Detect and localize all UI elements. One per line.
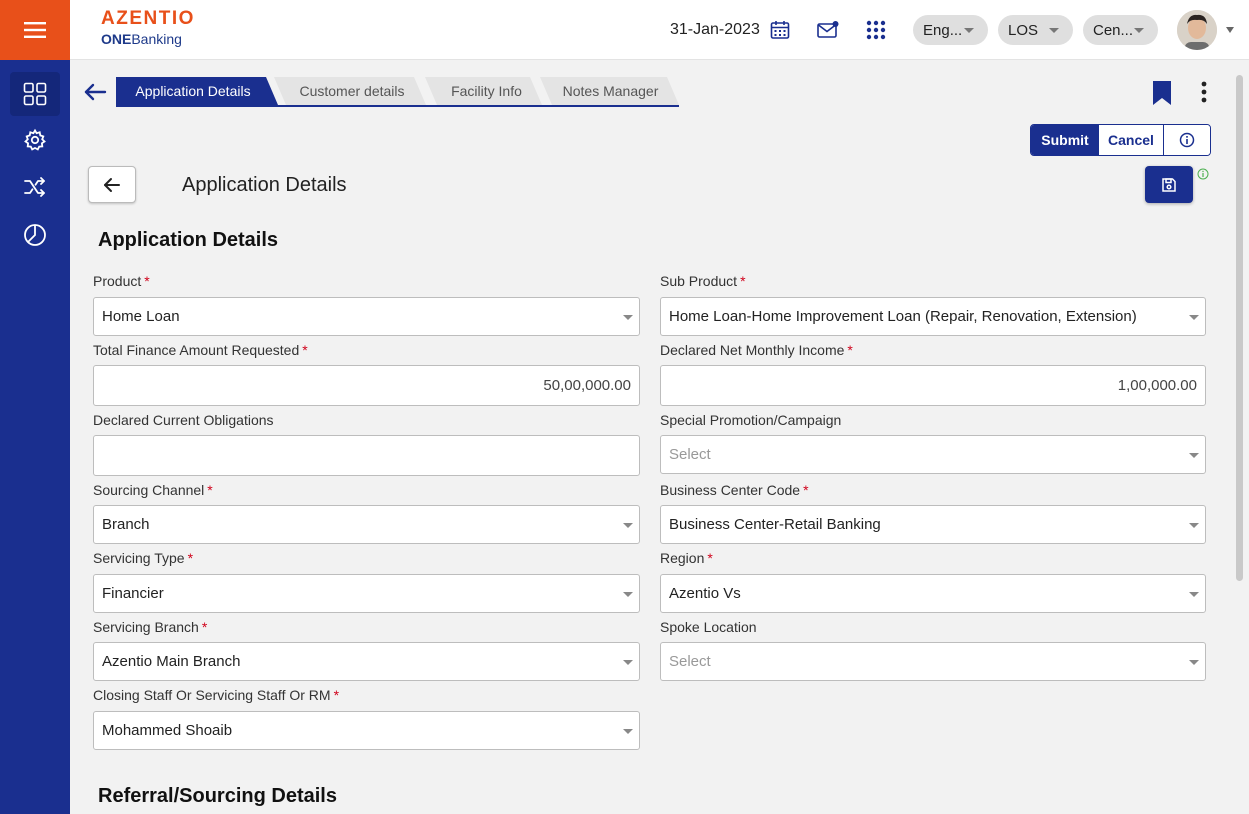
- sidebar-item-reports[interactable]: [10, 213, 60, 257]
- shuffle-icon: [24, 177, 45, 197]
- tab-customer-details[interactable]: Customer details: [274, 77, 426, 105]
- brand-name: AZENTIO: [101, 8, 195, 29]
- top-bar: AZENTIO ONEBanking 31-Jan-2023 Eng... LO…: [0, 0, 1249, 60]
- obligations-label: Declared Current Obligations: [93, 412, 274, 428]
- hamburger-menu-button[interactable]: [0, 0, 70, 60]
- tab-application-details[interactable]: Application Details: [116, 77, 278, 105]
- chevron-down-icon: [1189, 315, 1199, 320]
- bookmark-button[interactable]: [1151, 80, 1173, 111]
- product-label: Product *: [93, 273, 150, 289]
- submit-button[interactable]: Submit: [1031, 125, 1099, 155]
- closing-staff-select[interactable]: Mohammed Shoaib: [93, 711, 640, 750]
- info-icon: [1179, 132, 1195, 148]
- sidebar-item-settings[interactable]: [10, 118, 60, 162]
- center-select[interactable]: Cen...: [1083, 15, 1158, 45]
- menu-icon: [24, 22, 46, 38]
- chevron-down-icon: [1189, 592, 1199, 597]
- sourcing-channel-select[interactable]: Branch: [93, 505, 640, 544]
- region-label: Region *: [660, 550, 713, 566]
- page-title: Application Details: [182, 174, 347, 196]
- region-select[interactable]: Azentio Vs: [660, 574, 1206, 613]
- chevron-down-icon: [623, 660, 633, 665]
- user-avatar[interactable]: [1177, 10, 1217, 50]
- chevron-down-icon: [623, 315, 633, 320]
- business-center-select[interactable]: Business Center-Retail Banking: [660, 505, 1206, 544]
- finance-amount-label: Total Finance Amount Requested *: [93, 342, 308, 358]
- action-button-group: Submit Cancel: [1030, 124, 1211, 156]
- sub-product-label: Sub Product *: [660, 273, 746, 289]
- net-income-input[interactable]: 1,00,000.00: [660, 365, 1206, 406]
- promotion-select[interactable]: Select: [660, 435, 1206, 474]
- arrow-left-icon: [104, 177, 120, 192]
- module-select[interactable]: LOS: [998, 15, 1073, 45]
- chevron-down-icon: [1189, 660, 1199, 665]
- chevron-down-icon: [623, 523, 633, 528]
- spoke-location-label: Spoke Location: [660, 619, 757, 635]
- tab-facility-info[interactable]: Facility Info: [425, 77, 542, 105]
- sidebar-item-dashboard[interactable]: [10, 72, 60, 116]
- sidebar-item-workflow[interactable]: [10, 165, 60, 209]
- gear-icon: [24, 128, 46, 151]
- obligations-input[interactable]: [93, 435, 640, 476]
- cancel-button[interactable]: Cancel: [1099, 125, 1164, 155]
- vertical-scrollbar[interactable]: [1236, 75, 1243, 581]
- chevron-down-icon: [623, 729, 633, 734]
- spoke-location-select[interactable]: Select: [660, 642, 1206, 681]
- section-title-referral: Referral/Sourcing Details: [98, 785, 337, 807]
- sourcing-channel-label: Sourcing Channel *: [93, 482, 213, 498]
- info-button[interactable]: [1164, 125, 1210, 155]
- back-arrow-button[interactable]: [83, 80, 107, 104]
- chevron-down-icon: [623, 592, 633, 597]
- servicing-branch-select[interactable]: Azentio Main Branch: [93, 642, 640, 681]
- more-options-button[interactable]: [1196, 80, 1212, 111]
- servicing-branch-label: Servicing Branch *: [93, 619, 208, 635]
- chevron-down-icon[interactable]: [1226, 27, 1234, 33]
- finance-amount-input[interactable]: 50,00,000.00: [93, 365, 640, 406]
- promotion-label: Special Promotion/Campaign: [660, 412, 842, 428]
- bookmark-icon: [1153, 81, 1171, 105]
- calendar-icon[interactable]: [768, 18, 792, 42]
- chevron-down-icon: [964, 28, 974, 33]
- pie-chart-icon: [24, 224, 46, 246]
- more-vertical-icon: [1201, 81, 1207, 103]
- closing-staff-label: Closing Staff Or Servicing Staff Or RM *: [93, 687, 340, 703]
- chevron-down-icon: [1189, 523, 1199, 528]
- product-select[interactable]: Home Loan: [93, 297, 640, 336]
- mail-icon[interactable]: [816, 18, 840, 42]
- dashboard-grid-icon: [23, 82, 47, 106]
- sidebar: [0, 60, 70, 814]
- save-icon: [1162, 177, 1176, 192]
- section-title-application-details: Application Details: [98, 229, 279, 251]
- sub-product-select[interactable]: Home Loan-Home Improvement Loan (Repair,…: [660, 297, 1206, 336]
- tab-underline: [116, 105, 679, 107]
- logo: AZENTIO ONEBanking: [101, 9, 195, 48]
- language-select[interactable]: Eng...: [913, 15, 988, 45]
- save-button[interactable]: [1145, 166, 1193, 203]
- arrow-left-icon: [84, 83, 107, 101]
- servicing-type-select[interactable]: Financier: [93, 574, 640, 613]
- chevron-down-icon: [1134, 28, 1144, 33]
- page-back-button[interactable]: [88, 166, 136, 203]
- servicing-type-label: Servicing Type *: [93, 550, 194, 566]
- apps-grid-icon[interactable]: [864, 18, 888, 42]
- business-center-label: Business Center Code *: [660, 482, 809, 498]
- sub-brand: ONEBanking: [101, 31, 182, 47]
- chevron-down-icon: [1189, 453, 1199, 458]
- info-icon[interactable]: [1197, 167, 1209, 180]
- current-date: 31-Jan-2023: [670, 21, 760, 38]
- tab-notes-manager[interactable]: Notes Manager: [540, 77, 679, 105]
- chevron-down-icon: [1049, 28, 1059, 33]
- net-income-label: Declared Net Monthly Income *: [660, 342, 853, 358]
